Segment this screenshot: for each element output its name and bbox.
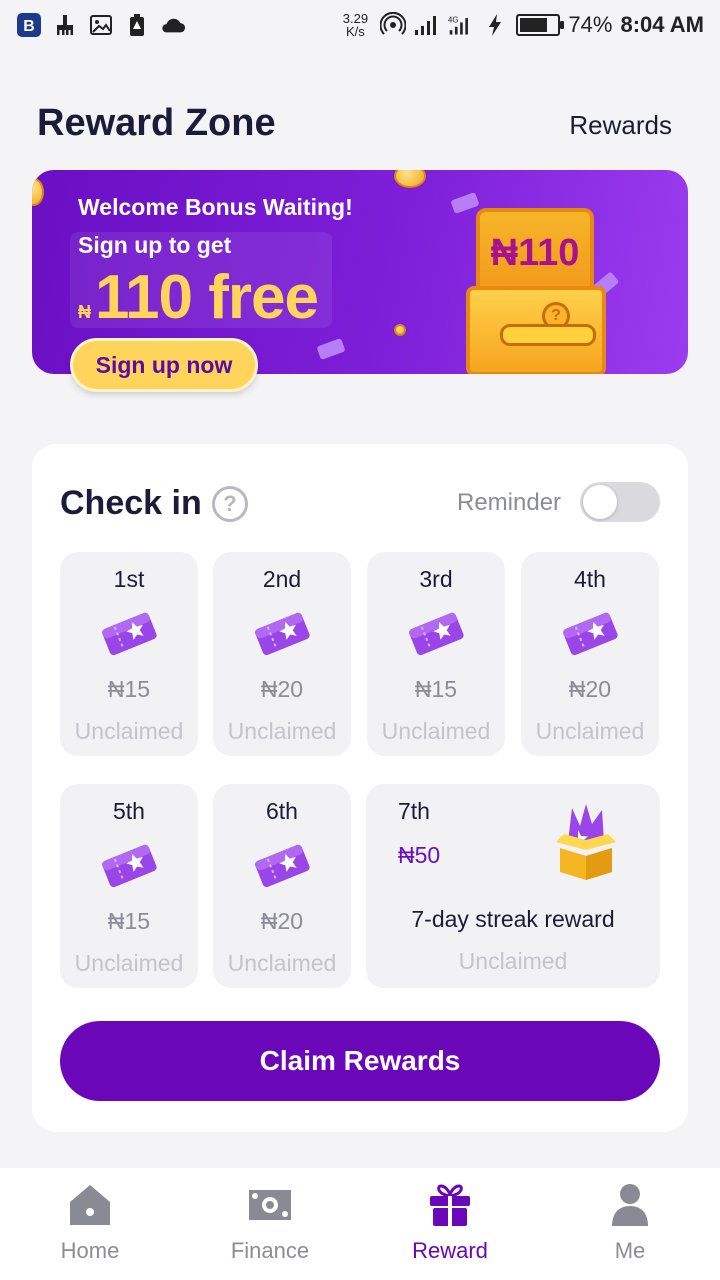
day-label: 4th: [574, 566, 606, 592]
gift-icon: [427, 1182, 473, 1228]
day-status: Unclaimed: [74, 718, 184, 744]
ticket-icon: [102, 612, 157, 656]
rewards-link[interactable]: Rewards: [569, 110, 672, 141]
nav-item-reward[interactable]: Reward: [360, 1168, 540, 1280]
help-icon[interactable]: ?: [212, 486, 248, 522]
coin-icon: [394, 170, 426, 188]
nav-item-finance[interactable]: Finance: [180, 1168, 360, 1280]
day-status: Unclaimed: [227, 950, 337, 976]
reminder-label: Reminder: [457, 489, 562, 516]
welcome-bonus-banner[interactable]: Welcome Bonus Waiting! Sign up to get ₦ …: [32, 170, 688, 392]
status-bar-notifications: B: [16, 12, 186, 38]
day-status: Unclaimed: [535, 718, 645, 744]
signup-text: Sign up to get: [78, 232, 232, 258]
day-status: Unclaimed: [458, 948, 568, 974]
page-title: Reward Zone: [37, 102, 276, 144]
day-amount: ₦50: [398, 842, 441, 868]
ticket-icon: [102, 844, 157, 888]
chest-body: ?: [466, 286, 606, 374]
charging-icon: [482, 12, 508, 38]
day-amount: ₦15: [107, 676, 151, 702]
bonus-amount: ₦ 110 free: [78, 262, 319, 333]
nav-item-home[interactable]: Home: [0, 1168, 180, 1280]
day-status: Unclaimed: [74, 950, 184, 976]
checkin-day-1[interactable]: 1st ₦15 Unclaimed: [60, 552, 198, 756]
day-label: 7th: [398, 798, 430, 824]
checkin-card: Check in ? Reminder 1st ₦15 Unclaimed 2n…: [32, 444, 688, 1132]
ticket-icon: [409, 612, 464, 656]
day-label: 2nd: [262, 566, 302, 592]
nav-item-me[interactable]: Me: [540, 1168, 720, 1280]
ticket-icon: [255, 844, 310, 888]
day-amount: ₦20: [260, 676, 304, 702]
day-label: 1st: [113, 566, 145, 592]
hotspot-icon: [380, 12, 407, 38]
svg-text:B: B: [23, 18, 35, 35]
svg-text:4G: 4G: [448, 15, 458, 24]
home-icon: [67, 1182, 113, 1228]
network-speed: 3.29 K/s: [338, 12, 372, 38]
gift-box-icon: [556, 804, 616, 880]
toggle-knob: [583, 485, 617, 519]
battery-percent: 74%: [568, 12, 613, 37]
checkin-day-2[interactable]: 2nd ₦20 Unclaimed: [213, 552, 351, 756]
day-amount: ₦20: [260, 908, 304, 934]
bottom-nav: Home Finance Reward Me: [0, 1168, 720, 1280]
nav-label-home: Home: [60, 1238, 120, 1263]
cloud-icon: [160, 12, 186, 38]
bonus-amount-value: 110 free: [95, 263, 319, 332]
battery-alert-icon: [124, 12, 150, 38]
checkin-title: Check in: [60, 484, 202, 522]
chest-amount-label: ₦110: [490, 232, 580, 274]
bonus-currency: ₦: [78, 302, 91, 322]
signal-icon: [414, 12, 440, 38]
day-label: 6th: [266, 798, 298, 824]
network-speed-unit: K/s: [346, 24, 365, 39]
nav-label-reward: Reward: [412, 1238, 488, 1263]
day-amount: ₦15: [107, 908, 151, 934]
checkin-day-6[interactable]: 6th ₦20 Unclaimed: [213, 784, 351, 988]
ticket-sparkle-icon: [316, 337, 346, 361]
broom-icon: [52, 12, 78, 38]
day-status: Unclaimed: [381, 718, 491, 744]
checkin-day-4[interactable]: 4th ₦20 Unclaimed: [521, 552, 659, 756]
battery-icon: [516, 14, 565, 36]
day-status: Unclaimed: [227, 718, 337, 744]
sign-up-now-button[interactable]: Sign up now: [70, 338, 258, 392]
treasure-chest-icon: ₦110 ?: [466, 208, 636, 374]
nav-label-me: Me: [614, 1238, 646, 1263]
person-icon: [607, 1182, 653, 1228]
day-label: 3rd: [419, 566, 453, 592]
coin-icon: [394, 324, 406, 336]
ticket-icon: [563, 612, 618, 656]
status-bar: B 3.29 K/s 4G 74% 8:04 AM: [0, 0, 720, 50]
day-label: 5th: [113, 798, 145, 824]
status-bar-system: 3.29 K/s 4G 74% 8:04 AM: [338, 12, 704, 38]
ticket-icon: [255, 612, 310, 656]
checkin-day-3[interactable]: 3rd ₦15 Unclaimed: [367, 552, 505, 756]
nav-label-finance: Finance: [230, 1238, 310, 1263]
checkin-day-5[interactable]: 5th ₦15 Unclaimed: [60, 784, 198, 988]
coin-icon: [32, 178, 44, 206]
day-amount: ₦20: [568, 676, 612, 702]
chest-slot: [500, 324, 596, 346]
finance-icon: [247, 1182, 293, 1228]
claim-rewards-button[interactable]: Claim Rewards: [60, 1021, 660, 1101]
clock: 8:04 AM: [620, 12, 704, 37]
reminder-toggle[interactable]: [580, 482, 660, 522]
welcome-text: Welcome Bonus Waiting!: [78, 194, 353, 220]
checkin-day-7[interactable]: 7th ₦50 7-day streak reward Unclaimed: [366, 784, 660, 988]
chest-lid: ₦110: [476, 208, 594, 294]
app-notification-icon: B: [16, 12, 42, 38]
streak-description: 7-day streak reward: [411, 906, 615, 932]
signal-4g-icon: 4G: [448, 12, 474, 38]
image-icon: [88, 12, 114, 38]
day-amount: ₦15: [414, 676, 458, 702]
